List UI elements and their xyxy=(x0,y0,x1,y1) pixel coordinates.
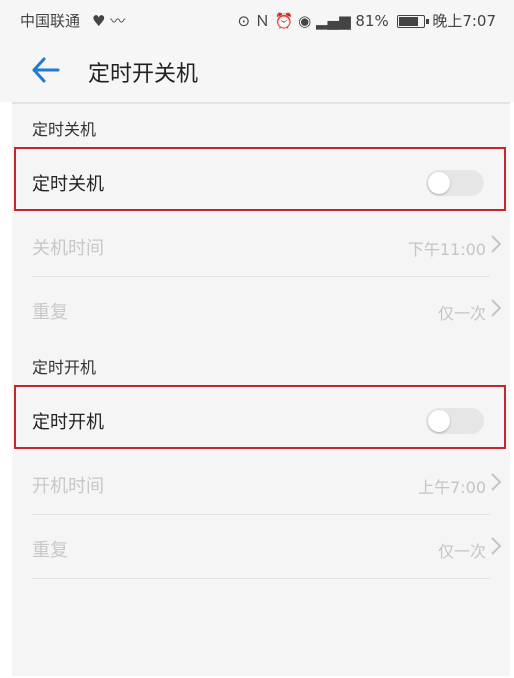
section-header-poweron: 定时开机 xyxy=(32,358,97,377)
nfc-icon: Ｎ xyxy=(254,12,270,30)
chevron-right-icon xyxy=(491,537,502,555)
poweron-time-label: 开机时间 xyxy=(32,476,104,497)
signal-icon: ▂▄▆ xyxy=(316,12,351,30)
status-icons-right: ⊙ Ｎ ⏰ ◉ ▂▄▆ 81% 晚上7:07 xyxy=(238,10,496,31)
chevron-right-icon xyxy=(491,473,502,491)
shutdown-repeat-value: 仅一次 xyxy=(437,304,486,323)
status-bar: 中国联通 ♥ 〰 ⊙ Ｎ ⏰ ◉ ▂▄▆ 81% 晚上7:07 xyxy=(0,0,514,38)
settings-screen: 定时关机 定时关机 关机时间 下午11:00 重复 仅一次 定时开机 定时开机 … xyxy=(12,104,510,676)
row-divider xyxy=(32,276,490,277)
section-header-shutdown: 定时关机 xyxy=(32,120,97,139)
poweron-time-row[interactable]: 开机时间 上午7:00 xyxy=(12,452,510,516)
chevron-right-icon xyxy=(491,235,502,253)
shutdown-time-row[interactable]: 关机时间 下午11:00 xyxy=(12,214,510,278)
app-bar: 定时开关机 xyxy=(0,38,514,102)
arrow-left-icon xyxy=(32,57,60,83)
battery-percent: 81% xyxy=(355,12,389,30)
shutdown-repeat-label: 重复 xyxy=(32,302,68,323)
row-divider xyxy=(32,578,490,579)
heart-icon: ♥ xyxy=(92,12,106,30)
carrier-name: 中国联通 xyxy=(20,12,81,30)
highlight-box-shutdown xyxy=(14,147,506,211)
activity-icon: 〰 xyxy=(110,12,126,30)
status-icons-left: ♥ 〰 xyxy=(92,10,125,31)
page-title: 定时开关机 xyxy=(88,62,199,87)
chevron-right-icon xyxy=(491,299,502,317)
shutdown-repeat-row[interactable]: 重复 仅一次 xyxy=(12,278,510,342)
clock: 晚上7:07 xyxy=(432,12,496,30)
battery-icon xyxy=(396,15,429,28)
alarm-icon: ⏰ xyxy=(274,12,294,30)
row-divider xyxy=(32,514,490,515)
shutdown-time-label: 关机时间 xyxy=(32,238,104,259)
shutdown-time-value: 下午11:00 xyxy=(407,240,486,259)
back-button[interactable] xyxy=(28,54,64,86)
highlight-box-poweron xyxy=(14,385,506,449)
empty-area xyxy=(12,582,510,676)
poweron-repeat-value: 仅一次 xyxy=(437,542,486,561)
eye-icon: ◉ xyxy=(298,12,312,30)
poweron-repeat-label: 重复 xyxy=(32,540,68,561)
poweron-repeat-row[interactable]: 重复 仅一次 xyxy=(12,516,510,580)
poweron-time-value: 上午7:00 xyxy=(418,478,486,497)
headset-icon: ⊙ xyxy=(237,12,251,30)
